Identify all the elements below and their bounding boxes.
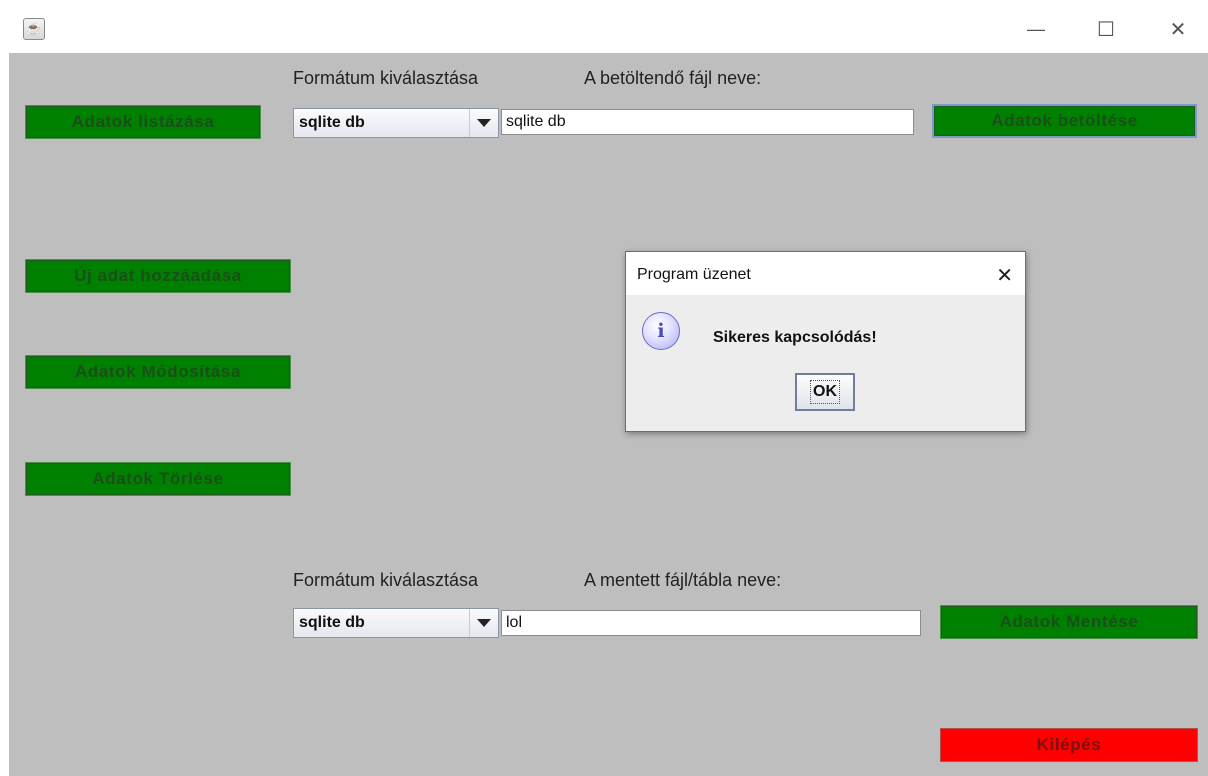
ok-button[interactable]: OK [795,373,855,411]
save-data-button[interactable]: Adatok Mentése [940,605,1198,639]
dialog-titlebar: Program üzenet ✕ [626,252,1025,295]
dropdown-arrow-icon[interactable] [469,609,498,637]
message-dialog: Program üzenet ✕ i Sikeres kapcsolódás! … [625,251,1026,432]
dialog-message: Sikeres kapcsolódás! [713,329,877,346]
modify-data-button[interactable]: Adatok Módosítása [25,355,291,389]
main-panel [9,53,1208,776]
save-format-value: sqlite db [299,614,365,631]
info-icon: i [642,312,680,350]
add-data-button[interactable]: Új adat hozzáadása [25,259,291,293]
exit-button[interactable]: Kilépés [940,728,1198,762]
java-app-icon: ☕ [23,18,45,40]
window-titlebar: ☕ — ☐ ✕ [0,0,1208,53]
close-icon[interactable]: ✕ [1163,14,1193,44]
save-format-label: Formátum kiválasztása [293,570,479,590]
dialog-title: Program üzenet [637,266,751,283]
delete-data-button[interactable]: Adatok Törlése [25,462,291,496]
load-data-button[interactable]: Adatok betöltése [932,104,1197,138]
maximize-icon[interactable]: ☐ [1091,14,1121,44]
load-format-value: sqlite db [299,114,365,131]
load-file-input[interactable]: sqlite db [501,109,914,135]
minimize-icon[interactable]: — [1021,14,1051,44]
ok-button-label: OK [810,380,840,404]
save-file-label: A mentett fájl/tábla neve: [584,570,782,590]
load-file-label: A betöltendő fájl neve: [584,68,762,88]
list-data-button[interactable]: Adatok listázása [25,105,261,139]
dropdown-arrow-icon[interactable] [469,109,498,137]
load-format-select[interactable]: sqlite db [293,108,499,138]
close-icon[interactable]: ✕ [996,263,1013,288]
load-format-label: Formátum kiválasztása [293,68,479,88]
save-file-input[interactable]: lol [501,610,921,636]
save-format-select[interactable]: sqlite db [293,608,499,638]
